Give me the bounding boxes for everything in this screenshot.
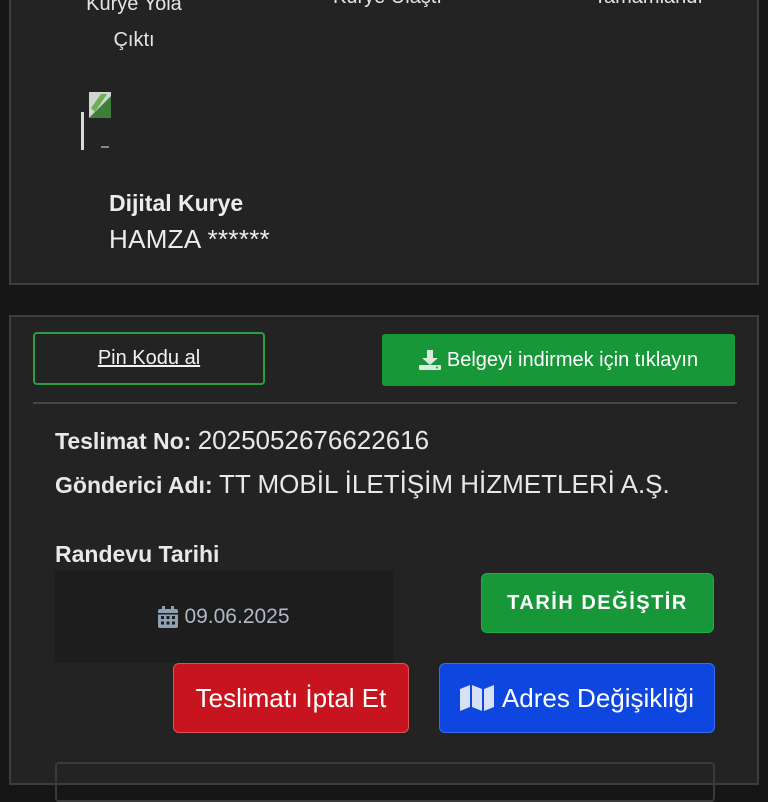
download-document-button[interactable]: Belgeyi indirmek için tıklayın [382, 334, 735, 386]
address-change-button[interactable]: Adres Değişikliği [439, 663, 715, 733]
change-date-button[interactable]: TARİH DEĞİŞTİR [481, 573, 714, 633]
step-courier-on-way: Kurye Yola Çıktı [86, 0, 182, 51]
appointment-date-field[interactable]: 09.06.2025 [55, 571, 393, 663]
step-courier-arrived: Kurye Ulaştı [333, 0, 442, 9]
courier-title: Dijital Kurye [109, 190, 244, 216]
download-document-label: Belgeyi indirmek için tıklayın [446, 348, 699, 371]
get-pin-code-label: Pin Kodu al [97, 347, 201, 369]
change-date-label: TARİH DEĞİŞTİR [507, 591, 688, 614]
next-section-box [55, 762, 715, 802]
appointment-label: Randevu Tarihi [55, 541, 220, 567]
download-icon [418, 350, 441, 370]
courier-name: HAMZA ****** [109, 224, 271, 254]
appointment-date-value: 09.06.2025 [184, 605, 290, 628]
delivery-card: Pin Kodu al Belgeyi indirmek için tıklay… [9, 315, 759, 802]
delivery-number-label: Teslimat No: [55, 428, 192, 454]
step-completed: Tamamlandı [594, 0, 703, 9]
cancel-delivery-button[interactable]: Teslimatı İptal Et [173, 663, 409, 733]
cancel-delivery-label: Teslimatı İptal Et [195, 682, 387, 713]
map-icon [459, 685, 494, 711]
get-pin-code-button[interactable]: Pin Kodu al [33, 332, 265, 385]
tracking-card: Kurye Yola Çıktı Kurye Ulaştı Tamamlandı… [9, 0, 759, 285]
sender-value: TT MOBİL İLETİŞİM HİZMETLERİ A.Ş. [219, 469, 670, 499]
delivery-number-row: Teslimat No: 2025052676622616 [55, 425, 429, 456]
sender-row: Gönderici Adı: TT MOBİL İLETİŞİM HİZMETL… [55, 469, 670, 500]
courier-avatar [79, 88, 115, 152]
address-change-label: Adres Değişikliği [501, 682, 695, 713]
calendar-icon [158, 606, 179, 628]
sender-label: Gönderici Adı: [55, 472, 213, 498]
divider [33, 402, 737, 404]
delivery-number-value: 2025052676622616 [197, 425, 430, 455]
